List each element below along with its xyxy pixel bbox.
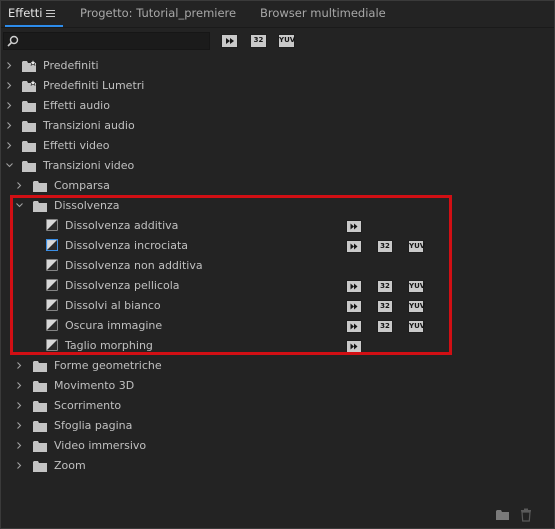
tree-item-label: Forme geometriche bbox=[54, 359, 162, 372]
tree-item-label: Scorrimento bbox=[54, 399, 122, 412]
trash-icon[interactable] bbox=[520, 508, 532, 522]
tree-item-label: Video immersivo bbox=[54, 439, 147, 452]
tree-item-label: Zoom bbox=[54, 459, 86, 472]
folder-icon bbox=[33, 381, 47, 392]
folder-icon bbox=[33, 181, 47, 192]
accelerated-effects-icon bbox=[226, 38, 234, 44]
32-bit-color-filter-button[interactable]: 32 bbox=[250, 34, 267, 48]
annotation-highlight-box bbox=[10, 195, 452, 355]
chevron-right-icon[interactable] bbox=[6, 102, 13, 109]
tree-folder-row[interactable]: Transizioni video bbox=[1, 156, 554, 176]
tree-item-label: Sfoglia pagina bbox=[54, 419, 133, 432]
tree-item-label: Effetti video bbox=[43, 139, 110, 152]
folder-icon bbox=[33, 461, 47, 472]
tree-subfolder-row[interactable]: Sfoglia pagina bbox=[1, 416, 554, 436]
tree-subfolder-row[interactable]: Movimento 3D bbox=[1, 376, 554, 396]
tree-item-label: Predefiniti bbox=[43, 59, 99, 72]
yuv-effects-filter-button[interactable]: YUV bbox=[278, 34, 295, 48]
panel-menu-icon[interactable] bbox=[46, 10, 55, 17]
tree-item-label: Predefiniti Lumetri bbox=[43, 79, 145, 92]
folder-icon bbox=[22, 141, 36, 152]
chevron-right-icon[interactable] bbox=[6, 122, 13, 129]
tree-folder-row[interactable]: Effetti audio bbox=[1, 96, 554, 116]
chevron-right-icon[interactable] bbox=[6, 142, 13, 149]
search-box[interactable] bbox=[3, 32, 210, 50]
search-icon bbox=[7, 35, 19, 47]
new-folder-icon[interactable] bbox=[495, 508, 510, 521]
tree-item-label: Transizioni audio bbox=[43, 119, 135, 132]
tree-item-label: Transizioni video bbox=[43, 159, 135, 172]
folder-icon bbox=[33, 421, 47, 432]
tree-item-label: Comparsa bbox=[54, 179, 110, 192]
chevron-right-icon[interactable] bbox=[16, 402, 23, 409]
tree-subfolder-row[interactable]: Scorrimento bbox=[1, 396, 554, 416]
search-input[interactable] bbox=[22, 33, 207, 49]
folder-icon bbox=[33, 441, 47, 452]
tree-folder-row[interactable]: Predefiniti bbox=[1, 56, 554, 76]
accelerated-effects-filter-button[interactable] bbox=[221, 34, 238, 48]
panel-tab-bar: Effetti Progetto: Tutorial_premiere Brow… bbox=[1, 1, 554, 27]
folder-icon bbox=[33, 401, 47, 412]
32-bit-color-icon: 32 bbox=[253, 36, 264, 44]
folder-star-icon bbox=[22, 60, 36, 72]
chevron-right-icon[interactable] bbox=[16, 442, 23, 449]
tree-subfolder-row[interactable]: Comparsa bbox=[1, 176, 554, 196]
tree-folder-row[interactable]: Predefiniti Lumetri bbox=[1, 76, 554, 96]
folder-star-icon bbox=[22, 80, 36, 92]
chevron-right-icon[interactable] bbox=[6, 82, 13, 89]
folder-icon bbox=[22, 101, 36, 112]
tab-effetti[interactable]: Effetti bbox=[8, 6, 42, 20]
chevron-right-icon[interactable] bbox=[16, 462, 23, 469]
tree-item-label: Effetti audio bbox=[43, 99, 110, 112]
tree-subfolder-row[interactable]: Zoom bbox=[1, 456, 554, 476]
tree-subfolder-row[interactable]: Forme geometriche bbox=[1, 356, 554, 376]
tab-progetto[interactable]: Progetto: Tutorial_premiere bbox=[80, 6, 236, 20]
chevron-right-icon[interactable] bbox=[16, 362, 23, 369]
tree-folder-row[interactable]: Transizioni audio bbox=[1, 116, 554, 136]
chevron-right-icon[interactable] bbox=[16, 382, 23, 389]
tab-browser-multimediale[interactable]: Browser multimediale bbox=[260, 6, 386, 20]
yuv-effects-icon: YUV bbox=[279, 36, 296, 44]
chevron-right-icon[interactable] bbox=[6, 62, 13, 69]
chevron-right-icon[interactable] bbox=[16, 182, 23, 189]
folder-icon bbox=[22, 121, 36, 132]
folder-icon bbox=[22, 161, 36, 172]
tree-item-label: Movimento 3D bbox=[54, 379, 135, 392]
tree-folder-row[interactable]: Effetti video bbox=[1, 136, 554, 156]
folder-icon bbox=[33, 361, 47, 372]
tab-bar-divider bbox=[1, 27, 554, 28]
chevron-right-icon[interactable] bbox=[16, 422, 23, 429]
tree-subfolder-row[interactable]: Video immersivo bbox=[1, 436, 554, 456]
effects-panel: Effetti Progetto: Tutorial_premiere Brow… bbox=[0, 0, 555, 529]
chevron-down-icon[interactable] bbox=[6, 162, 13, 169]
